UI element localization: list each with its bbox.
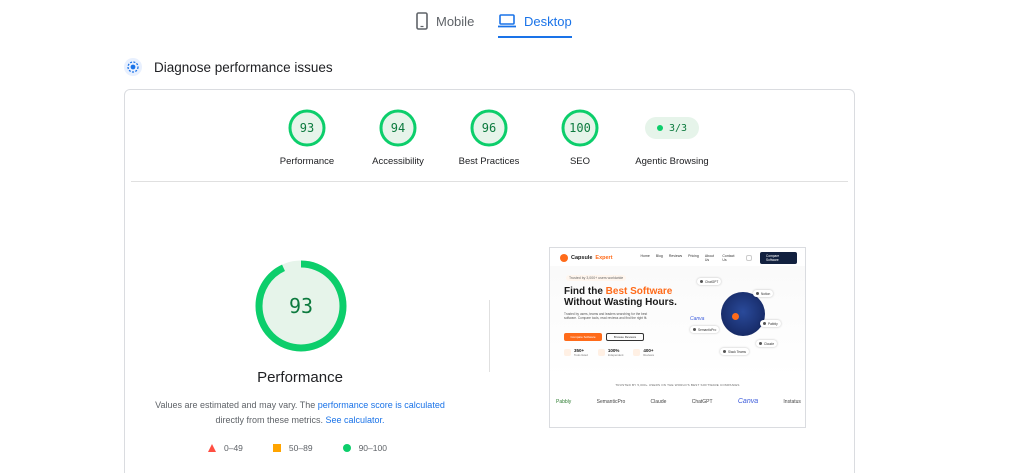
tab-mobile[interactable]: Mobile [416, 6, 474, 36]
fail-triangle-icon [208, 444, 216, 452]
thumb-logo-strip: Pabbly SemanticPro Claude ChatGPT Canva … [556, 398, 801, 405]
gauge-best-practices: 96 [469, 108, 509, 148]
thumb-nav-link: Blog [655, 254, 663, 258]
thumb-nav-link: Pricing [688, 254, 699, 258]
thumb-badge: Trusted by 3,000+ users worldwide [566, 275, 627, 281]
thumb-orb-graphic [721, 292, 765, 336]
phone-icon [416, 12, 428, 30]
thumb-chip: Claude [756, 340, 778, 347]
thumb-chip-label: ChatGPT [705, 279, 719, 284]
tab-desktop-label: Desktop [524, 13, 572, 29]
label-agentic-browsing: Agentic Browsing [635, 156, 709, 167]
thumb-nav-link: Reviews [668, 254, 683, 258]
thumb-chip-label: Claude [764, 341, 775, 346]
thumb-logo-icon [560, 254, 568, 262]
score-best-practices: 96 [481, 121, 497, 135]
thumb-stat-icon [564, 349, 571, 356]
thumb-logo: Capsule Expert [560, 254, 613, 262]
thumb-brand-b: Expert [595, 255, 613, 261]
thumb-brand-a: Capsule [571, 255, 593, 261]
thumb-logo-item: SemanticPro [596, 398, 626, 405]
thumb-chip-label: Notion [761, 291, 771, 296]
score-performance: 93 [299, 121, 315, 135]
performance-title: Performance [257, 369, 343, 386]
tab-desktop[interactable]: Desktop [498, 6, 572, 38]
thumb-trust-text: TRUSTED BY 5,000+ USERS ON THE WORLD'S B… [615, 383, 740, 387]
thumb-navbar: Capsule Expert Home Blog Reviews Pricing … [560, 252, 797, 264]
final-screenshot-thumbnail[interactable]: Capsule Expert Home Blog Reviews Pricing … [549, 247, 806, 428]
legend-pass: 90–100 [342, 443, 387, 453]
thumb-logo-item: Claude [650, 398, 667, 405]
divider [131, 181, 848, 182]
note-text-1: Values are estimated and may vary. The [155, 400, 318, 410]
thumb-stat: 350+ Tools listed [564, 348, 588, 357]
thumb-headline-b: Without Wasting Hours. [564, 297, 677, 308]
category-agentic-browsing[interactable]: 3/3 Agentic Browsing [617, 108, 727, 167]
thumb-stat-label: Independent [607, 353, 624, 357]
tab-mobile-label: Mobile [436, 13, 475, 29]
performance-score-link[interactable]: performance score is calculated [318, 400, 445, 410]
thumb-nav-link: Contact Us [722, 254, 735, 262]
legend-pass-range: 90–100 [358, 443, 387, 453]
vertical-separator [489, 300, 490, 372]
legend-average: 50–89 [272, 443, 313, 453]
section-title: Diagnose performance issues [154, 59, 333, 75]
thumb-chip: SemanticPro [690, 326, 720, 333]
thumb-nav-link: Home [640, 254, 650, 258]
note-text-2: directly from these metrics. [215, 415, 326, 425]
thumb-cta-button: Compare Software [760, 252, 797, 264]
thumb-stat: 100% Independent [597, 348, 624, 357]
performance-gauge-large: 93 [253, 258, 349, 354]
thumb-logo-item: ChatGPT [691, 398, 713, 405]
thumb-logo-item: Pabbly [556, 398, 572, 405]
pass-dot-icon [656, 125, 663, 131]
thumb-headline-a: Find the [564, 286, 606, 297]
thumb-logo-item: Canva [737, 398, 759, 405]
gauge-seo: 100 [560, 108, 600, 148]
score-legend: 0–49 50–89 90–100 [208, 443, 417, 453]
diagnose-icon [124, 58, 142, 76]
thumb-nav-links: Home Blog Reviews Pricing About Us Conta… [641, 254, 737, 262]
pass-circle-icon [342, 444, 351, 452]
thumb-chip: Notion [753, 290, 774, 297]
thumb-canva-float: Canva [690, 316, 705, 322]
thumb-secondary-button: Browse Reviews [606, 333, 644, 341]
score-accessibility: 94 [390, 121, 406, 135]
thumb-chip: Slack Teams [720, 348, 750, 355]
laptop-icon [498, 14, 516, 28]
thumb-body-text: Trusted by users, teams and leaders sear… [564, 312, 648, 321]
legend-fail-range: 0–49 [224, 443, 243, 453]
device-tabs: Mobile Desktop [0, 0, 1024, 40]
legend-fail: 0–49 [208, 443, 243, 453]
thumb-chip-label: Slack Teams [728, 349, 747, 354]
average-square-icon [272, 444, 281, 452]
thumb-primary-button: Compare Software [564, 333, 602, 341]
thumb-stat-label: Tools listed [574, 353, 588, 357]
agentic-badge: 3/3 [645, 117, 699, 139]
gauge-performance: 93 [287, 108, 327, 148]
thumb-headline: Find the Best Software Without Wasting H… [564, 286, 677, 308]
thumb-stat-icon [633, 349, 641, 356]
performance-score-large: 93 [288, 294, 314, 318]
thumb-stat: 400+ Reviews [633, 348, 654, 357]
thumb-chip: ChatGPT [697, 278, 722, 285]
score-seo: 100 [569, 121, 591, 135]
thumb-chip-label: Pabbly [768, 321, 778, 326]
section-header: Diagnose performance issues [124, 58, 333, 76]
thumb-logo-item: Instatus [783, 398, 801, 405]
score-agentic: 3/3 [668, 122, 688, 134]
thumb-orb-center [732, 313, 739, 320]
thumb-stats: 350+ Tools listed 100% Independent 400+ Rev… [564, 348, 654, 357]
thumb-search-icon [746, 255, 753, 261]
see-calculator-link[interactable]: See calculator. [325, 415, 384, 425]
thumb-headline-highlight: Best Software [605, 286, 673, 297]
legend-average-range: 50–89 [288, 443, 313, 453]
performance-note: Values are estimated and may vary. The p… [140, 398, 460, 428]
thumb-stat-icon [597, 349, 605, 356]
gauge-accessibility: 94 [378, 108, 418, 148]
thumb-chip: Pabbly [760, 320, 781, 327]
thumb-chip-label: SemanticPro [698, 327, 717, 332]
thumb-nav-link: About Us [704, 254, 714, 262]
thumb-stat-label: Reviews [643, 353, 654, 357]
